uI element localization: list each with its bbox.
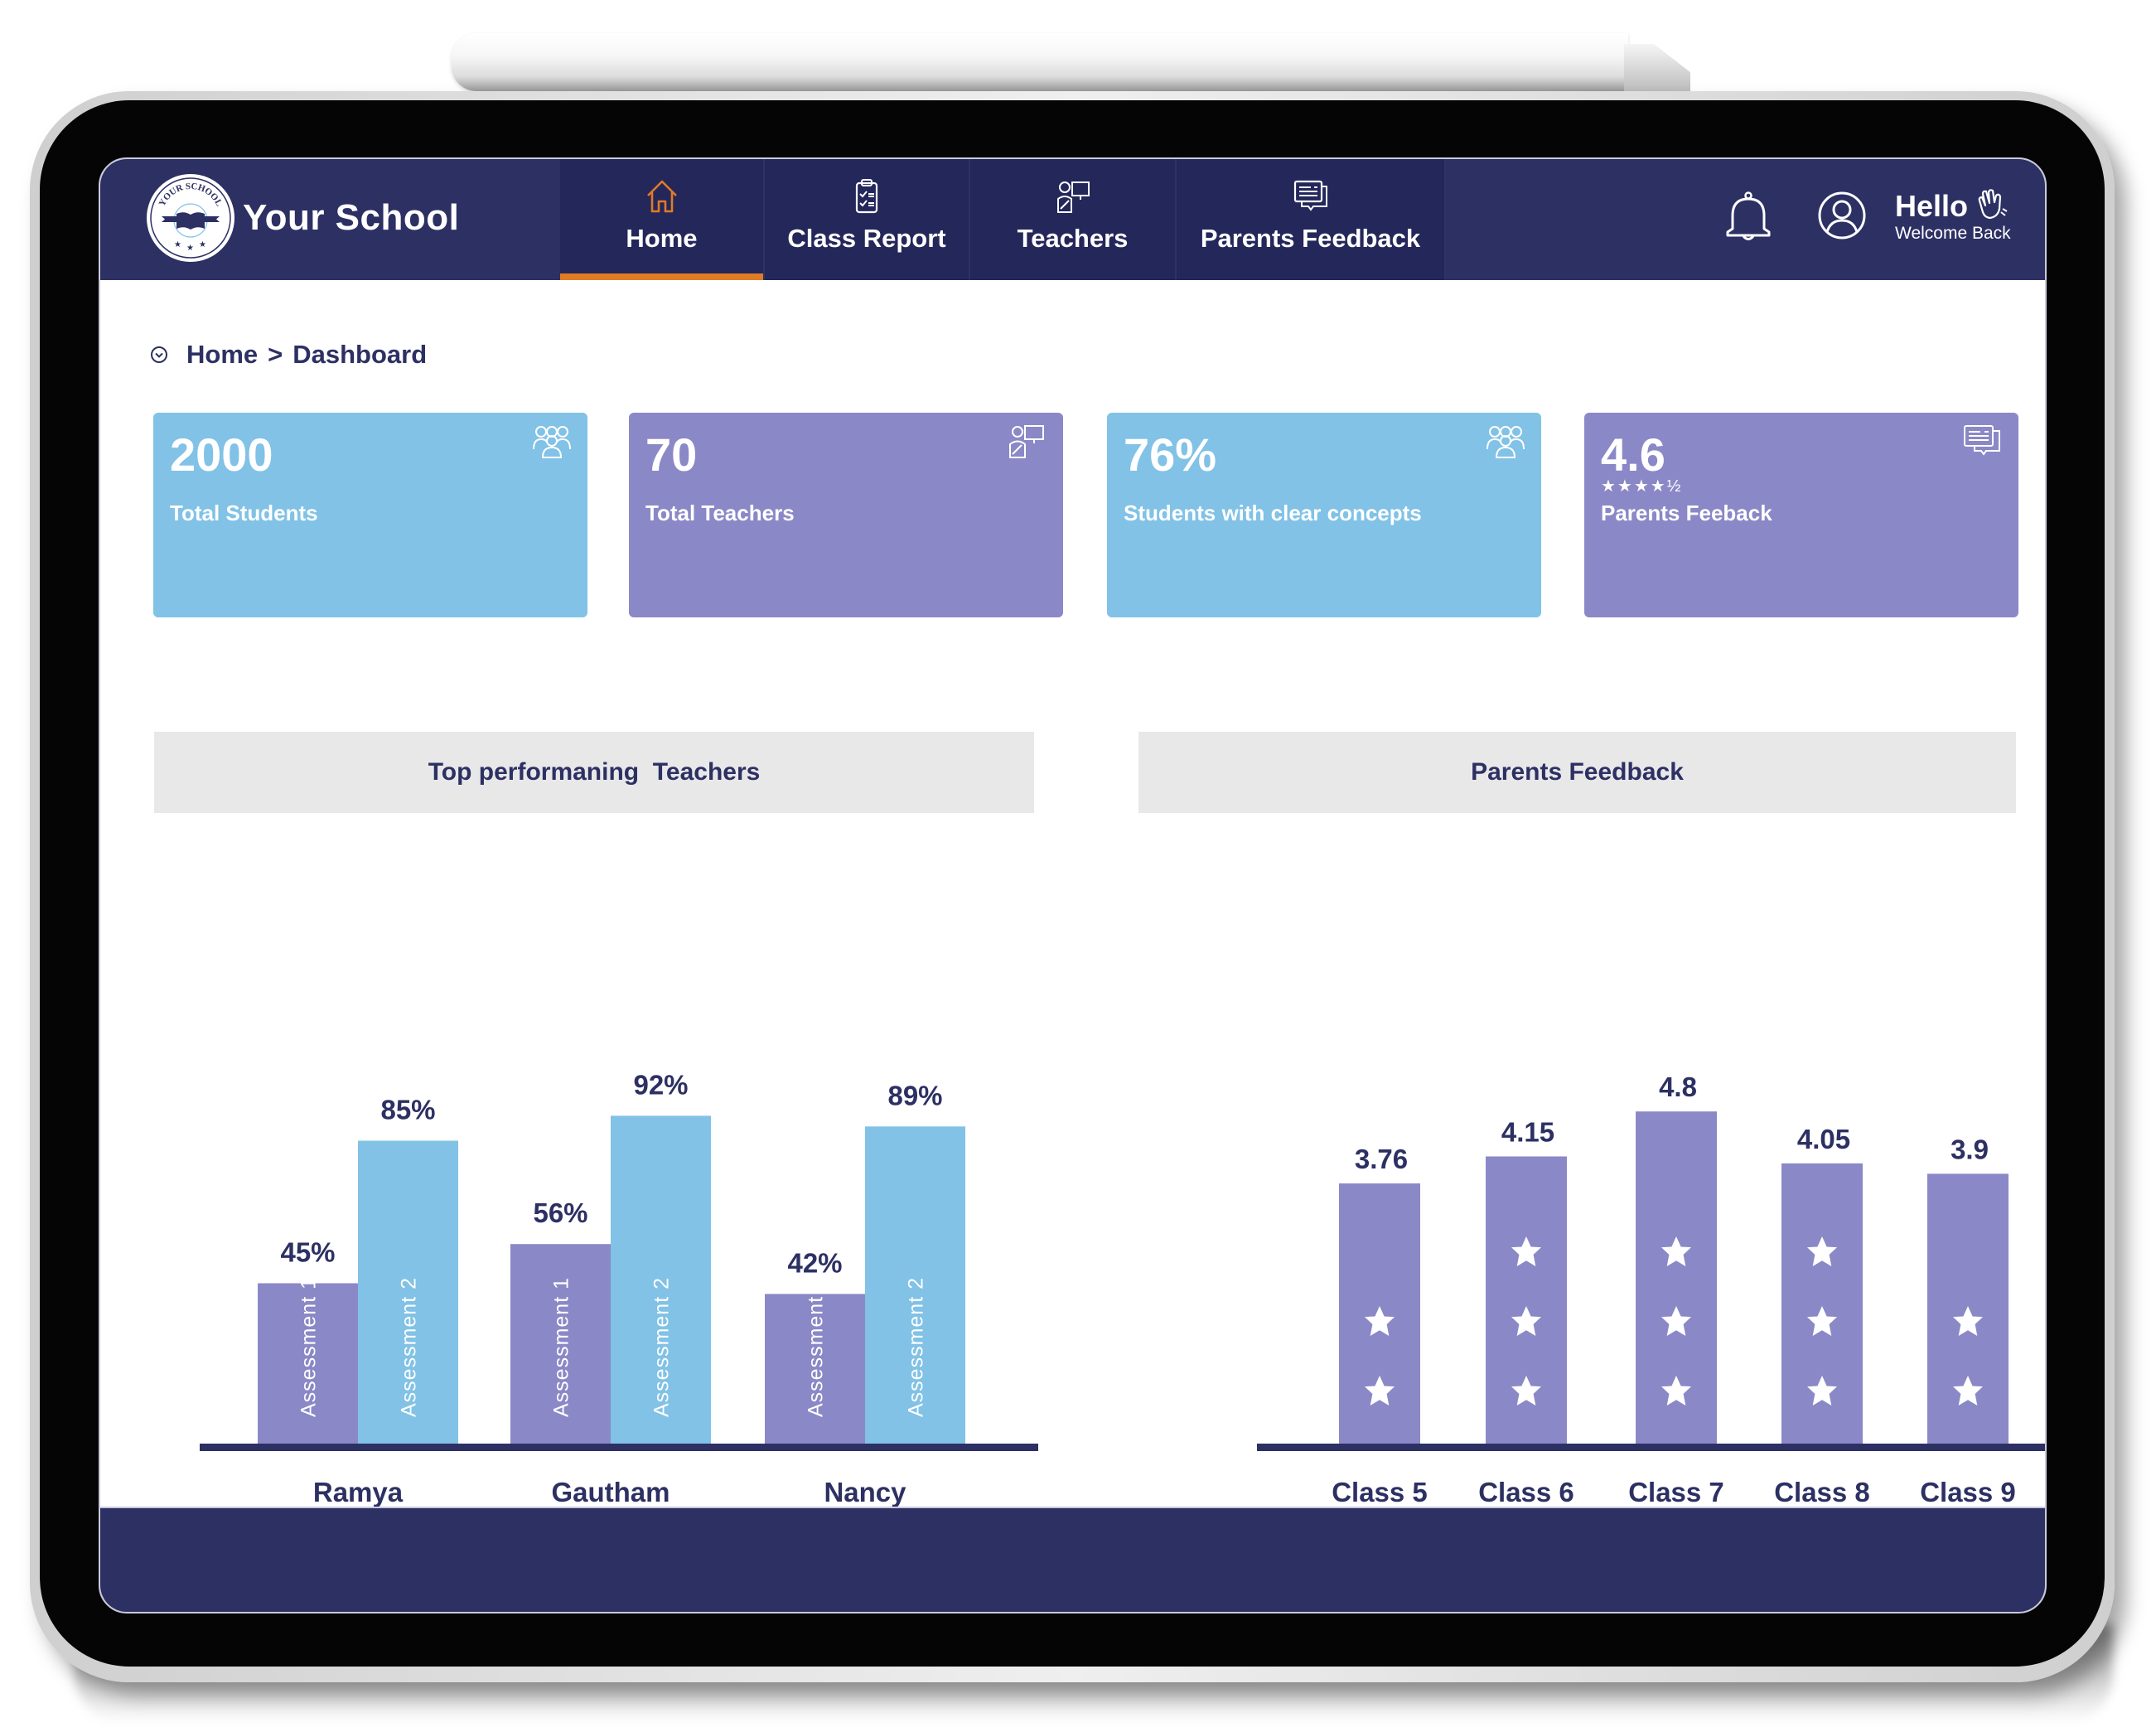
x-axis-line: [200, 1444, 1038, 1451]
bar-series-label: Assessment 1: [805, 1277, 828, 1417]
svg-text:★: ★: [186, 244, 194, 253]
bar-series-label: Assessment 2: [398, 1277, 421, 1417]
stat-card-total-teachers[interactable]: 70 Total Teachers: [629, 413, 1063, 617]
stylus-pencil-tip: [1624, 44, 1690, 91]
chevron-down-circle-icon[interactable]: [150, 346, 168, 364]
stat-value: 76%: [1124, 428, 1217, 481]
teachers-panel-title: Top performaning Teachers: [154, 732, 1034, 813]
stat-card-total-students[interactable]: 2000 Total Students: [153, 413, 587, 617]
breadcrumb-current: Dashboard: [292, 340, 428, 369]
teachers-bar-chart: 45% Assessment 1 85% Assessment 2 Ramya 56% As…: [200, 1069, 1038, 1507]
nav-label: Class Report: [787, 224, 946, 253]
feedback-panel-title: Parents Feedback: [1138, 732, 2016, 813]
bar-class-6[interactable]: [1486, 1156, 1567, 1444]
x-axis-label: Ramya: [313, 1477, 404, 1507]
x-axis-label: Class 6: [1478, 1477, 1574, 1507]
stat-card-clear-concepts[interactable]: 76% Students with clear concepts: [1107, 413, 1541, 617]
x-axis-label: Class 5: [1332, 1477, 1428, 1507]
users-group-icon: [533, 426, 571, 458]
x-axis-label: Nancy: [824, 1477, 906, 1507]
x-axis-label: Class 9: [1920, 1477, 2016, 1507]
stat-label: Students with clear concepts: [1124, 501, 1422, 525]
bar-value-label: 45%: [280, 1237, 335, 1268]
stat-value: 70: [645, 428, 698, 481]
nav-tab-parents-feedback[interactable]: Parents Feedback: [1177, 159, 1446, 280]
rating-stars: ★★★★½: [1601, 477, 1683, 496]
bar-value-label: 89%: [887, 1080, 942, 1110]
x-axis-line: [1257, 1444, 2045, 1451]
breadcrumb-separator: >: [268, 340, 283, 369]
bar-series-label: Assessment 2: [905, 1277, 928, 1417]
main-nav: Home Class Report Teachers Parents Feedb…: [560, 159, 1446, 280]
chat-feedback-icon: [1293, 180, 1327, 211]
bar-value-label: 3.76: [1355, 1144, 1408, 1174]
teacher-board-icon: [1009, 425, 1044, 458]
bar-value-label: 4.8: [1659, 1072, 1697, 1102]
notification-bell-icon[interactable]: [1724, 191, 1772, 244]
stylus-pencil: [452, 33, 1628, 91]
breadcrumb-home-link[interactable]: Home: [186, 340, 258, 370]
bar-value-label: 85%: [380, 1095, 435, 1125]
greeting-text: Hello: [1895, 189, 1969, 223]
home-icon: [646, 180, 677, 213]
bar-series-label: Assessment 1: [550, 1277, 573, 1417]
nav-label: Home: [626, 224, 698, 253]
svg-text:★: ★: [199, 240, 206, 249]
stat-label: Parents Feeback: [1601, 501, 1772, 525]
user-profile-icon[interactable]: [1817, 191, 1867, 240]
bar-series-label: Assessment 1: [297, 1277, 321, 1417]
clipboard-checklist-icon: [855, 179, 878, 214]
waving-hand-icon: [1978, 189, 2008, 220]
bar-value-label: 92%: [633, 1069, 688, 1100]
stat-value: 4.6: [1601, 428, 1665, 481]
bar-value-label: 42%: [787, 1247, 842, 1278]
school-logo-icon[interactable]: YOUR SCHOOL ★ ★ ★: [145, 172, 236, 264]
svg-text:★: ★: [174, 240, 181, 249]
bar-value-label: 3.9: [1951, 1134, 1989, 1164]
breadcrumb: Home > Dashboard: [150, 340, 427, 370]
top-navbar: YOUR SCHOOL ★ ★ ★ Your School Home Class…: [100, 159, 2045, 280]
brand-name: Your School: [243, 197, 460, 238]
nav-tab-home[interactable]: Home: [560, 159, 765, 280]
x-axis-label: Class 7: [1628, 1477, 1724, 1507]
nav-label: Parents Feedback: [1200, 224, 1421, 253]
bar-value-label: 4.15: [1501, 1116, 1554, 1147]
welcome-text: Welcome Back: [1895, 224, 2011, 243]
stat-value: 2000: [170, 428, 273, 481]
bar-value-label: 4.05: [1797, 1124, 1850, 1154]
chat-feedback-icon: [1964, 425, 2000, 456]
nav-label: Teachers: [1017, 224, 1129, 253]
nav-tab-teachers[interactable]: Teachers: [970, 159, 1177, 280]
x-axis-label: Gautham: [551, 1477, 670, 1507]
bar-series-label: Assessment 2: [650, 1277, 674, 1417]
teacher-board-icon: [1056, 181, 1090, 213]
stat-label: Total Teachers: [645, 501, 795, 525]
bar-class-8[interactable]: [1781, 1163, 1863, 1444]
tablet-screen: YOUR SCHOOL ★ ★ ★ Your School Home Class…: [99, 157, 2047, 1613]
stat-label: Total Students: [170, 501, 318, 525]
x-axis-label: Class 8: [1774, 1477, 1870, 1507]
users-group-icon: [1486, 426, 1525, 458]
bar-value-label: 56%: [533, 1197, 587, 1228]
stat-card-parents-feedback[interactable]: 4.6 ★★★★½ Parents Feeback: [1584, 413, 2018, 617]
feedback-bar-chart: 3.76 Class 5 4.15 Class 6 4.8 Class 7 4.05 Clas…: [1257, 1072, 2045, 1507]
footer-bar: [100, 1507, 2045, 1612]
nav-tab-class-report[interactable]: Class Report: [765, 159, 970, 280]
